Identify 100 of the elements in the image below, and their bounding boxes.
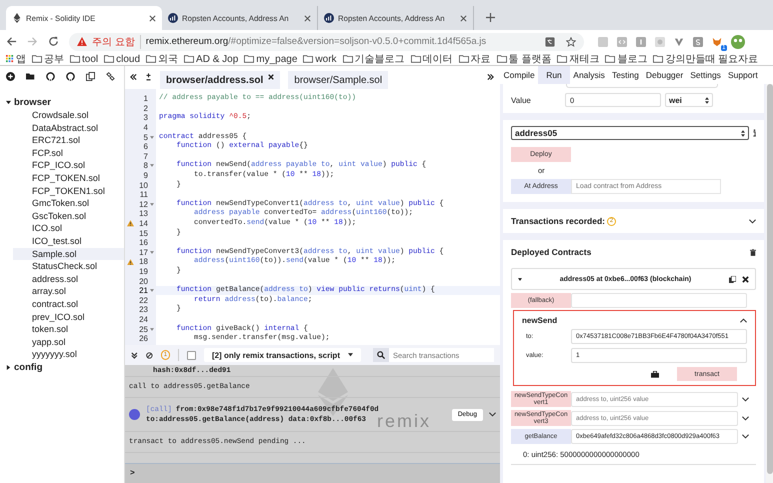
chevron-up-icon[interactable] bbox=[740, 318, 747, 322]
address-bar[interactable]: 주의 요함 remix.ethereum.org/#optimize=false&version=soljson-v0.5.0+commit.1d4f565a.js bbox=[69, 32, 584, 50]
file-item[interactable]: GmcToken.sol bbox=[13, 197, 124, 210]
panel-tab[interactable]: Run bbox=[538, 66, 570, 84]
close-icon[interactable] bbox=[149, 14, 156, 22]
panel-tab[interactable]: Testing bbox=[608, 66, 642, 84]
bookmark-label[interactable]: AD & Jop bbox=[196, 54, 238, 64]
panel-tab[interactable]: Compile bbox=[500, 66, 538, 84]
reload-icon[interactable] bbox=[48, 36, 59, 47]
folder-icon[interactable] bbox=[146, 55, 156, 63]
caret-right-icon[interactable] bbox=[6, 364, 11, 370]
folder-icon[interactable] bbox=[104, 55, 114, 63]
fold-caret-icon[interactable] bbox=[150, 250, 154, 254]
warning-icon[interactable] bbox=[126, 258, 134, 266]
plus-circle-icon[interactable] bbox=[6, 72, 15, 80]
fold-caret-icon[interactable] bbox=[150, 202, 154, 206]
file-item[interactable]: address.sol bbox=[13, 272, 124, 286]
bookmark-label[interactable]: 자료 bbox=[470, 54, 491, 64]
bookmark-label[interactable]: 공부 bbox=[44, 54, 64, 64]
caret-down-icon[interactable] bbox=[518, 278, 522, 280]
bookmark-label[interactable]: 재테크 bbox=[569, 54, 600, 64]
chevron-down-icon[interactable] bbox=[742, 416, 749, 420]
file-item[interactable]: ICO.sol bbox=[13, 222, 124, 235]
file-item[interactable]: FCP.sol bbox=[13, 146, 124, 160]
panel-tab[interactable]: Support bbox=[724, 66, 762, 84]
briefcase-icon[interactable] bbox=[651, 370, 659, 378]
close-icon[interactable] bbox=[268, 74, 274, 80]
bookmark-label[interactable]: 기술블로그 bbox=[354, 54, 405, 64]
close-icon[interactable] bbox=[742, 276, 749, 282]
file-item[interactable]: Crowdsale.sol bbox=[13, 109, 124, 122]
fold-caret-icon[interactable] bbox=[150, 136, 154, 139]
fold-caret-icon[interactable] bbox=[150, 289, 154, 292]
fold-caret-icon[interactable] bbox=[150, 328, 154, 331]
file-item[interactable]: StatusCheck.sol bbox=[13, 260, 124, 273]
file-item[interactable]: ERC721.sol bbox=[13, 134, 124, 147]
folder-name[interactable]: browser bbox=[14, 97, 51, 108]
back-arrow-icon[interactable] bbox=[6, 36, 17, 47]
scrollbar-thumb[interactable] bbox=[767, 84, 773, 474]
trash-icon[interactable] bbox=[750, 248, 756, 256]
contract-dropdown[interactable]: address05 bbox=[511, 126, 749, 140]
warning-icon[interactable] bbox=[126, 220, 134, 227]
double-chevron-right-icon[interactable] bbox=[487, 73, 494, 81]
github-icon[interactable] bbox=[66, 72, 75, 80]
argument-field[interactable] bbox=[571, 293, 747, 308]
folder-icon[interactable] bbox=[303, 55, 314, 63]
scrollbar[interactable] bbox=[766, 84, 773, 483]
bookmark-label[interactable]: 블로그 bbox=[617, 54, 648, 64]
link-icon[interactable] bbox=[106, 72, 115, 80]
folder-icon[interactable] bbox=[410, 55, 421, 63]
v-shape-icon[interactable] bbox=[674, 36, 684, 46]
fold-caret-icon[interactable] bbox=[150, 164, 154, 168]
file-item[interactable]: array.sol bbox=[13, 285, 124, 298]
panel-tab[interactable]: Debugger bbox=[642, 66, 687, 84]
profile-avatar[interactable] bbox=[731, 34, 745, 48]
file-item[interactable]: FCP_TOKEN1.sol bbox=[13, 184, 124, 198]
bookmark-label[interactable]: tool bbox=[82, 54, 98, 64]
filter-dropdown[interactable]: [2] only remix transactions, script bbox=[204, 348, 361, 362]
caret-down-icon[interactable] bbox=[6, 100, 11, 105]
checkbox[interactable] bbox=[187, 350, 196, 360]
clear-icon[interactable] bbox=[146, 352, 152, 358]
bookmark-label[interactable]: work bbox=[315, 54, 337, 64]
panel-tab[interactable]: Settings bbox=[686, 66, 724, 84]
chevron-down-icon[interactable] bbox=[742, 434, 749, 439]
file-item[interactable]: FCP_TOKEN.sol bbox=[13, 172, 124, 185]
folder-icon[interactable] bbox=[342, 55, 353, 63]
double-chevron-left-icon[interactable] bbox=[130, 73, 137, 81]
copy-icon[interactable] bbox=[729, 276, 736, 282]
folder-icon[interactable] bbox=[70, 55, 80, 63]
panel-tab[interactable]: Analysis bbox=[570, 66, 608, 84]
zoom-plus-minus-icon[interactable] bbox=[145, 73, 152, 81]
double-chevron-down-icon[interactable] bbox=[131, 352, 138, 358]
bookmark-label[interactable]: 외국 bbox=[158, 54, 178, 64]
github-icon[interactable] bbox=[46, 72, 55, 80]
folder-icon[interactable] bbox=[496, 55, 507, 63]
bookmark-label[interactable]: 강의만들때 필요자료 bbox=[665, 54, 758, 64]
file-item[interactable]: yyyyyyy.sol bbox=[13, 348, 124, 361]
copy-icon[interactable] bbox=[86, 72, 95, 80]
file-item[interactable]: Sample.sol bbox=[13, 248, 124, 260]
new-tab-icon[interactable] bbox=[486, 13, 495, 22]
bookmark-label[interactable]: my_page bbox=[256, 54, 298, 64]
bookmark-label[interactable]: 앱 bbox=[16, 54, 26, 64]
bookmark-label[interactable]: cloud bbox=[116, 54, 140, 64]
file-item[interactable]: yapp.sol bbox=[13, 336, 124, 348]
fox-icon[interactable] bbox=[712, 36, 722, 46]
info-icon[interactable] bbox=[753, 129, 756, 137]
chevron-down-icon[interactable] bbox=[742, 396, 749, 402]
folder-icon[interactable] bbox=[557, 55, 568, 63]
folder-icon[interactable] bbox=[458, 55, 469, 63]
chevron-down-icon[interactable] bbox=[749, 218, 756, 224]
file-tab[interactable]: browser/address.sol bbox=[160, 71, 280, 89]
translate-icon[interactable] bbox=[545, 36, 555, 46]
apps-grid-icon[interactable] bbox=[6, 55, 14, 63]
s-extension-icon[interactable] bbox=[693, 36, 703, 46]
bookmark-label[interactable]: 데이터 bbox=[422, 54, 453, 64]
chevron-down-icon[interactable] bbox=[489, 412, 496, 417]
file-item[interactable]: token.sol bbox=[13, 323, 124, 336]
folder-name[interactable]: config bbox=[14, 362, 42, 373]
file-item[interactable]: GscToken.sol bbox=[13, 210, 124, 222]
folder-icon[interactable] bbox=[653, 55, 664, 63]
bookmark-label[interactable]: 툴 플랫폼 bbox=[508, 54, 552, 64]
